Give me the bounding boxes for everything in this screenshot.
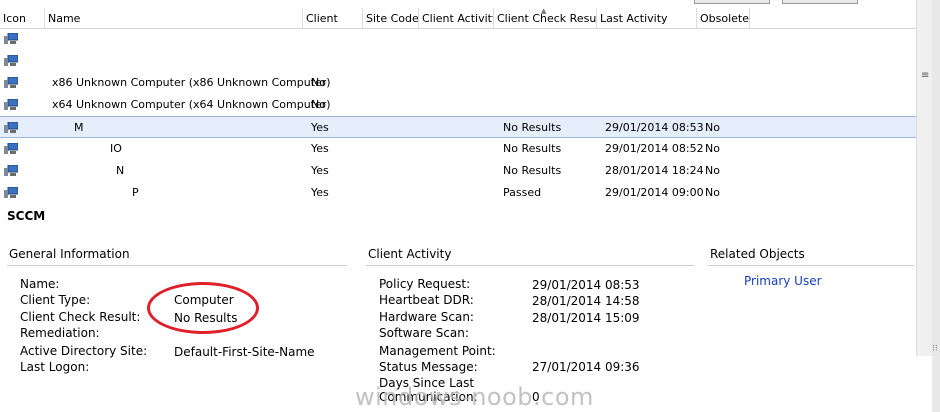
column-header-icon[interactable]: Icon (0, 8, 45, 28)
table-row-selected[interactable]: M Yes No Results 29/01/2014 08:53 No (0, 116, 916, 138)
label-name: Name: (20, 277, 60, 291)
value-policy-request: 29/01/2014 08:53 (532, 278, 640, 292)
cell-client: Yes (311, 142, 329, 155)
computer-icon (4, 143, 18, 154)
column-header-site-code[interactable]: Site Code (363, 8, 419, 28)
cell-name: N (116, 164, 125, 177)
cell-obsolete: No (705, 121, 720, 134)
computer-icon (4, 77, 18, 88)
table-row[interactable]: x86 Unknown Computer (x86 Unknown Comput… (0, 72, 916, 94)
toolbar-button[interactable] (694, 0, 770, 4)
cell-client-check-result: Passed (503, 186, 542, 199)
cell-name: P (132, 186, 139, 199)
client-activity-heading: Client Activity (366, 247, 694, 266)
label-software-scan: Software Scan: (379, 326, 469, 340)
cell-obsolete: No (705, 164, 720, 177)
computer-icon (4, 55, 18, 66)
cell-client: Yes (311, 164, 329, 177)
table-row[interactable] (0, 28, 916, 50)
cell-name: x86 Unknown Computer (x86 Unknown Comput… (52, 76, 331, 89)
label-status-message: Status Message: (379, 360, 478, 374)
sort-ascending-icon: ▲ (541, 7, 547, 15)
red-highlight-circle (147, 282, 259, 334)
value-active-directory-site: Default-First-Site-Name (174, 345, 315, 359)
cell-name: IO (110, 142, 122, 155)
cell-obsolete: No (705, 142, 720, 155)
value-heartbeat-ddr: 28/01/2014 14:58 (532, 294, 640, 308)
column-header-client[interactable]: Client (303, 8, 363, 28)
cell-last-activity: 29/01/2014 08:53 (605, 121, 704, 134)
devices-grid: Icon Name Client Site Code Client Activi… (0, 7, 916, 204)
top-toolbar-strip (0, 0, 940, 6)
related-objects-heading: Related Objects (708, 247, 914, 266)
table-row[interactable]: x64 Unknown Computer (x64 Unknown Comput… (0, 94, 916, 116)
column-header-name[interactable]: Name (45, 8, 303, 28)
computer-icon (4, 122, 18, 133)
cell-client: No (311, 76, 326, 89)
computer-icon (4, 165, 18, 176)
label-hardware-scan: Hardware Scan: (379, 310, 474, 324)
vertical-scrollbar[interactable]: ≡ (916, 0, 933, 356)
cell-client: Yes (311, 186, 329, 199)
computer-icon (4, 99, 18, 110)
label-client-check-result: Client Check Result: (20, 310, 141, 324)
general-information-heading: General Information (7, 247, 347, 266)
label-management-point: Management Point: (379, 344, 496, 358)
table-row[interactable]: N Yes No Results 28/01/2014 18:24 No (0, 160, 916, 182)
cell-client-check-result: No Results (503, 121, 562, 134)
table-row[interactable]: P Yes Passed 29/01/2014 09:00 No (0, 182, 916, 204)
scrollbar-grip-icon: ≡ (921, 70, 930, 81)
cell-last-activity: 29/01/2014 08:52 (605, 142, 704, 155)
cell-name: x64 Unknown Computer (x64 Unknown Comput… (52, 98, 331, 111)
label-client-type: Client Type: (20, 293, 91, 307)
column-header-obsolete[interactable]: Obsolete (697, 8, 750, 28)
resize-grip-icon: ⁝⁝ (932, 344, 938, 354)
column-header-client-activity[interactable]: Client Activity (419, 8, 494, 28)
computer-icon (4, 187, 18, 198)
toolbar-button[interactable] (782, 0, 858, 4)
cell-client: Yes (311, 121, 329, 134)
column-header-last-activity[interactable]: Last Activity (597, 8, 697, 28)
value-status-message: 27/01/2014 09:36 (532, 360, 640, 374)
cell-client: No (311, 98, 326, 111)
value-hardware-scan: 28/01/2014 15:09 (532, 311, 640, 325)
watermark: windows-noob.com (355, 383, 594, 411)
cell-last-activity: 28/01/2014 18:24 (605, 164, 704, 177)
label-remediation: Remediation: (20, 326, 100, 340)
details-title: SCCM (7, 209, 46, 223)
label-heartbeat-ddr: Heartbeat DDR: (379, 293, 474, 307)
computer-icon (4, 33, 18, 44)
cell-obsolete: No (705, 186, 720, 199)
table-row[interactable]: IO Yes No Results 29/01/2014 08:52 No (0, 138, 916, 160)
primary-user-link[interactable]: Primary User (744, 274, 822, 288)
cell-name: M (74, 121, 84, 134)
label-last-logon: Last Logon: (20, 360, 90, 374)
label-policy-request: Policy Request: (379, 277, 471, 291)
grid-header: Icon Name Client Site Code Client Activi… (0, 7, 916, 29)
cell-client-check-result: No Results (503, 164, 562, 177)
label-active-directory-site: Active Directory Site: (20, 344, 148, 358)
table-row[interactable] (0, 50, 916, 72)
cell-last-activity: 29/01/2014 09:00 (605, 186, 704, 199)
cell-client-check-result: No Results (503, 142, 562, 155)
